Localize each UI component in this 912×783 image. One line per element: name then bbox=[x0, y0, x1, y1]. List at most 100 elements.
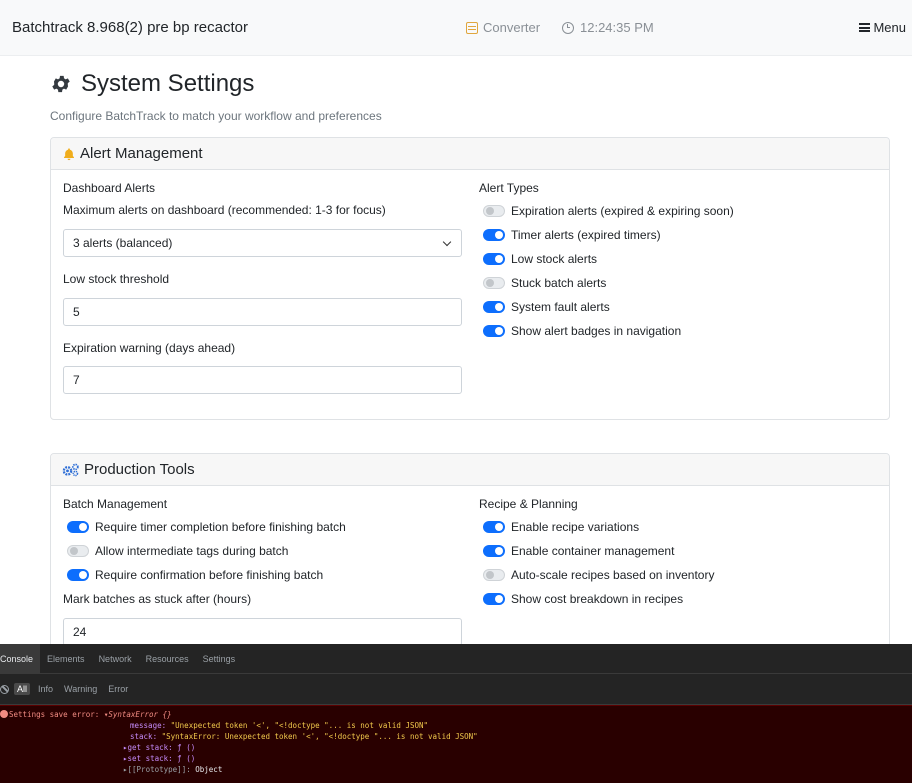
toggle-switch[interactable] bbox=[67, 521, 89, 533]
console-filter-bar: All Info Warning Error bbox=[0, 674, 912, 705]
log-line-stack: stack: "SyntaxError: Unexpected token '<… bbox=[130, 732, 478, 741]
alert-types-heading: Alert Types bbox=[479, 181, 539, 195]
toggle-label: Expiration alerts (expired & expiring so… bbox=[511, 204, 734, 218]
toggle-recipe-variations[interactable]: Enable recipe variations bbox=[483, 520, 639, 534]
toggle-switch[interactable] bbox=[483, 545, 505, 557]
toggle-require-confirmation[interactable]: Require confirmation before finishing ba… bbox=[67, 568, 323, 582]
toggle-label: Show alert badges in navigation bbox=[511, 324, 682, 338]
low-stock-label: Low stock threshold bbox=[63, 272, 170, 286]
toggle-system-fault-alerts[interactable]: System fault alerts bbox=[483, 300, 610, 314]
error-icon bbox=[0, 710, 8, 718]
tab-resources[interactable]: Resources bbox=[139, 644, 196, 674]
converter-label: Converter bbox=[483, 20, 541, 35]
page-subtitle: Configure BatchTrack to match your workf… bbox=[50, 109, 382, 123]
prototype-key: ▸[[Prototype]]: bbox=[123, 765, 191, 774]
toggle-label: Enable container management bbox=[511, 544, 675, 558]
batch-management-heading: Batch Management bbox=[63, 497, 168, 511]
log-line-set-stack[interactable]: ▸set stack: ƒ () bbox=[123, 754, 195, 763]
expiration-label: Expiration warning (days ahead) bbox=[63, 341, 236, 355]
filter-warning[interactable]: Warning bbox=[61, 683, 100, 695]
max-alerts-select[interactable]: 3 alerts (balanced) bbox=[63, 229, 462, 257]
log-prefix: Settings save error: bbox=[9, 710, 100, 719]
toggle-label: Show cost breakdown in recipes bbox=[511, 592, 684, 606]
card-title: Production Tools bbox=[84, 461, 195, 478]
chevron-down-icon bbox=[442, 237, 452, 247]
card-header: Alert Management bbox=[51, 138, 889, 170]
hamburger-icon bbox=[859, 23, 871, 32]
clear-console-icon[interactable] bbox=[0, 684, 9, 694]
console-error-entry: Settings save error: ▾SyntaxError {} mes… bbox=[0, 705, 912, 783]
clock-time: 12:24:35 PM bbox=[580, 20, 654, 35]
toggle-label: Auto-scale recipes based on inventory bbox=[511, 568, 715, 582]
toggle-timer-alerts[interactable]: Timer alerts (expired timers) bbox=[483, 228, 661, 242]
toggle-require-timer[interactable]: Require timer completion before finishin… bbox=[67, 520, 346, 534]
filter-all[interactable]: All bbox=[14, 683, 31, 695]
menu-button[interactable]: Menu bbox=[859, 20, 906, 35]
toggle-switch[interactable] bbox=[483, 325, 505, 337]
toggle-switch[interactable] bbox=[483, 569, 505, 581]
expiration-input[interactable]: 7 bbox=[63, 366, 462, 394]
toggle-switch[interactable] bbox=[483, 277, 505, 289]
alert-management-card: Alert Management Dashboard Alerts Maximu… bbox=[50, 137, 890, 420]
page-title: System Settings bbox=[50, 70, 254, 98]
tab-network[interactable]: Network bbox=[92, 644, 139, 674]
filter-info[interactable]: Info bbox=[35, 683, 56, 695]
production-tools-card: Production Tools Batch Management Requir… bbox=[50, 453, 890, 653]
filter-error[interactable]: Error bbox=[105, 683, 131, 695]
top-navbar: Batchtrack 8.968(2) pre bp recactor Conv… bbox=[0, 0, 912, 56]
toggle-switch[interactable] bbox=[483, 301, 505, 313]
toggle-auto-scale[interactable]: Auto-scale recipes based on inventory bbox=[483, 568, 714, 582]
devtools-tabs: Console Elements Network Resources Setti… bbox=[0, 643, 912, 674]
error-type[interactable]: SyntaxError {} bbox=[108, 710, 171, 719]
log-line-message: message: "Unexpected token '<', "<!docty… bbox=[130, 721, 428, 730]
low-stock-input[interactable]: 5 bbox=[63, 298, 462, 326]
prototype-value: Object bbox=[195, 765, 223, 774]
stuck-hours-label: Mark batches as stuck after (hours) bbox=[63, 592, 252, 606]
toggle-switch[interactable] bbox=[67, 569, 89, 581]
card-header: Production Tools bbox=[51, 454, 889, 486]
max-alerts-value: 3 alerts (balanced) bbox=[73, 236, 173, 250]
log-line-get-stack[interactable]: ▸get stack: ƒ () bbox=[123, 743, 195, 752]
toggle-switch[interactable] bbox=[67, 545, 89, 557]
toggle-cost-breakdown[interactable]: Show cost breakdown in recipes bbox=[483, 592, 683, 606]
toggle-label: Require confirmation before finishing ba… bbox=[95, 568, 324, 582]
message-value: "Unexpected token '<', "<!doctype "... i… bbox=[170, 721, 429, 730]
tab-settings[interactable]: Settings bbox=[196, 644, 243, 674]
max-alerts-label: Maximum alerts on dashboard (recommended… bbox=[63, 203, 386, 217]
app-brand[interactable]: Batchtrack 8.968(2) pre bp recactor bbox=[12, 19, 248, 36]
log-line-prototype[interactable]: ▸[[Prototype]]: Object bbox=[123, 765, 222, 774]
clock-display: 12:24:35 PM bbox=[562, 20, 654, 35]
tab-console[interactable]: Console bbox=[0, 643, 41, 674]
toggle-label: Timer alerts (expired timers) bbox=[511, 228, 661, 242]
gear-icon bbox=[52, 75, 70, 93]
log-line-header: Settings save error: ▾SyntaxError {} bbox=[9, 710, 172, 719]
stack-key: stack: bbox=[130, 732, 158, 741]
toggle-label: Enable recipe variations bbox=[511, 520, 640, 534]
page-title-text: System Settings bbox=[81, 70, 255, 97]
toggle-switch[interactable] bbox=[483, 229, 505, 241]
menu-label: Menu bbox=[873, 20, 906, 35]
toggle-stuck-batch-alerts[interactable]: Stuck batch alerts bbox=[483, 276, 606, 290]
devtools-panel: Console Elements Network Resources Setti… bbox=[0, 643, 912, 783]
toggle-label: Low stock alerts bbox=[511, 252, 598, 266]
tab-elements[interactable]: Elements bbox=[40, 644, 92, 674]
stuck-hours-input[interactable]: 24 bbox=[63, 618, 462, 646]
toggle-expiration-alerts[interactable]: Expiration alerts (expired & expiring so… bbox=[483, 204, 734, 218]
stack-value: "SyntaxError: Unexpected token '<', "<!d… bbox=[161, 732, 478, 741]
bell-icon bbox=[64, 147, 74, 160]
toggle-intermediate-tags[interactable]: Allow intermediate tags during batch bbox=[67, 544, 288, 558]
toggle-switch[interactable] bbox=[483, 205, 505, 217]
toggle-low-stock-alerts[interactable]: Low stock alerts bbox=[483, 252, 597, 266]
toggle-label: Stuck batch alerts bbox=[511, 276, 607, 290]
toggle-label: Allow intermediate tags during batch bbox=[95, 544, 289, 558]
converter-link[interactable]: Converter bbox=[466, 20, 540, 35]
recipe-planning-heading: Recipe & Planning bbox=[479, 497, 578, 511]
toggle-switch[interactable] bbox=[483, 253, 505, 265]
toggle-label: Require timer completion before finishin… bbox=[95, 520, 346, 534]
toggle-container-management[interactable]: Enable container management bbox=[483, 544, 674, 558]
toggle-alert-badges[interactable]: Show alert badges in navigation bbox=[483, 324, 681, 338]
toggle-switch[interactable] bbox=[483, 521, 505, 533]
card-title: Alert Management bbox=[80, 145, 203, 162]
gears-icon bbox=[62, 463, 79, 476]
toggle-switch[interactable] bbox=[483, 593, 505, 605]
